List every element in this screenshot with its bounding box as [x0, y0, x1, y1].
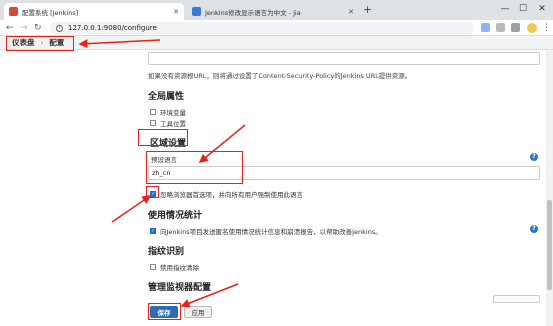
site-favicon-icon	[192, 7, 201, 16]
global-properties-title: 全局属性	[148, 92, 185, 102]
url-text: 127.0.0.1:9080/configure	[68, 24, 157, 32]
extensions-puzzle-icon[interactable]	[511, 23, 520, 32]
breadcrumb: 仪表盘 › 配置	[0, 36, 553, 50]
close-icon[interactable]: ✕	[348, 8, 354, 16]
tab-title: Jenkins修改显示语言为中文 - jia	[205, 8, 301, 17]
site-info-icon[interactable]: i	[56, 24, 63, 32]
csp-help-text: 如果没有资源根URL，则将通过设置了Content-Security-Polic…	[148, 72, 412, 80]
tool-locations-checkbox[interactable]	[150, 120, 156, 126]
monitors-title: 管理监视器配置	[148, 283, 212, 293]
help-icon[interactable]: ?	[530, 153, 538, 161]
back-arrow-icon[interactable]: ←	[6, 22, 14, 34]
browser-menu-icon[interactable]: ⋮	[542, 22, 551, 34]
apply-button[interactable]: 应用	[184, 306, 212, 318]
disable-fingerprint-cleanup-label: 禁用指纹清除	[160, 264, 199, 272]
reload-icon[interactable]: ↻	[34, 22, 42, 34]
resource-root-url-input[interactable]	[148, 52, 540, 65]
page-scrollbar[interactable]	[546, 50, 553, 326]
monitor-config-field[interactable]	[493, 295, 540, 303]
annotation-box-ignore-checkbox	[146, 186, 159, 198]
ignore-browser-label: 忽略浏览器首选项，并向所有用户强制使用此语言	[160, 191, 303, 199]
browser-toolbar: ← → ↻ i 127.0.0.1:9080/configure ⋮	[0, 20, 553, 36]
usage-stats-checkbox[interactable]: ✓	[150, 228, 156, 234]
tab-title: 配置系统 [Jenkins]	[22, 8, 79, 17]
bookmark-star-icon[interactable]	[496, 23, 505, 32]
help-icon[interactable]: ?	[530, 225, 538, 233]
window-close-icon[interactable]: ✕	[534, 2, 550, 16]
new-tab-button[interactable]: +	[363, 3, 372, 17]
env-vars-option[interactable]: 环境变量	[150, 107, 186, 117]
ignore-browser-option[interactable]: ✓ 忽略浏览器首选项，并向所有用户强制使用此语言	[150, 189, 303, 199]
forward-arrow-icon[interactable]: →	[20, 22, 28, 34]
annotation-box-save	[148, 303, 181, 320]
close-icon[interactable]: ✕	[173, 8, 179, 16]
configure-page	[0, 50, 553, 326]
fingerprint-title: 指纹识别	[148, 247, 185, 257]
tool-locations-option[interactable]: 工具位置	[150, 118, 186, 128]
browser-tab-strip: 配置系统 [Jenkins] ✕ Jenkins修改显示语言为中文 - jia …	[0, 0, 553, 20]
usage-stats-title: 使用情况统计	[148, 211, 203, 221]
annotation-box-breadcrumb	[6, 36, 74, 51]
env-vars-checkbox[interactable]	[150, 109, 156, 115]
disable-fingerprint-cleanup-checkbox[interactable]	[150, 264, 156, 270]
maximize-icon[interactable]: ☐	[515, 2, 531, 16]
disable-fingerprint-cleanup-option[interactable]: 禁用指纹清除	[150, 262, 199, 272]
annotation-box-locale-title	[138, 129, 188, 146]
minimize-icon[interactable]: —	[497, 2, 513, 16]
annotation-box-default-language	[146, 151, 243, 184]
usage-stats-option[interactable]: ✓ 向Jenkins项目发送匿名使用情况统计信息和崩溃报告，以帮助改善Jenki…	[150, 226, 382, 236]
address-bar[interactable]: i 127.0.0.1:9080/configure	[50, 22, 474, 34]
env-vars-label: 环境变量	[160, 109, 186, 117]
tab-configure-system[interactable]: 配置系统 [Jenkins] ✕	[4, 3, 184, 20]
tab-jenkins-language-article[interactable]: Jenkins修改显示语言为中文 - jia ✕	[187, 3, 359, 20]
scrollbar-thumb[interactable]	[547, 200, 552, 290]
translate-icon[interactable]	[481, 23, 490, 32]
jenkins-favicon-icon	[9, 7, 18, 16]
tool-locations-label: 工具位置	[160, 120, 186, 128]
profile-avatar[interactable]	[527, 23, 537, 33]
usage-stats-label: 向Jenkins项目发送匿名使用情况统计信息和崩溃报告，以帮助改善Jenkins…	[160, 228, 382, 236]
